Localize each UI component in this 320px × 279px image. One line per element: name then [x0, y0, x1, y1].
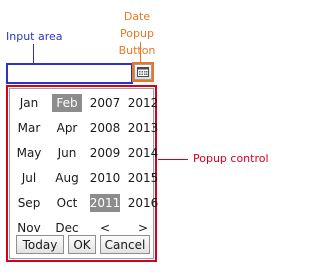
date-input[interactable]: [6, 63, 133, 84]
popup-control: Jan Feb 2007 2012 Mar Apr 2008 2013 May Jun 2009 20…: [6, 85, 158, 262]
year-cell-2009[interactable]: 2009: [90, 144, 121, 162]
date-popup-annotation-line1: Date Popup: [120, 10, 154, 40]
year-cell-2014[interactable]: 2014: [128, 144, 159, 162]
month-cell-oct[interactable]: Oct: [52, 194, 82, 212]
popup-buttons: Today OK Cancel: [10, 235, 157, 257]
month-cell-feb[interactable]: Feb: [52, 94, 82, 112]
date-popup-button-annotation: Date Popup Button: [107, 8, 167, 59]
month-cell-jan[interactable]: Jan: [14, 94, 44, 112]
input-area-annotation: Input area: [6, 30, 63, 43]
month-cell-jun[interactable]: Jun: [52, 144, 82, 162]
month-cell-apr[interactable]: Apr: [52, 119, 82, 137]
year-cell-2016[interactable]: 2016: [128, 194, 159, 212]
year-cell-2008[interactable]: 2008: [90, 119, 121, 137]
calendar-icon: [137, 67, 149, 77]
cancel-button[interactable]: Cancel: [100, 235, 150, 254]
date-popup-annotation-line2: Button: [118, 44, 156, 57]
year-cell-2010[interactable]: 2010: [90, 169, 121, 187]
year-cell-2011[interactable]: 2011: [90, 194, 120, 212]
year-cell-2013[interactable]: 2013: [128, 119, 159, 137]
popup-control-annotation: Popup control: [193, 152, 269, 165]
year-cell-2015[interactable]: 2015: [128, 169, 159, 187]
month-cell-mar[interactable]: Mar: [14, 119, 44, 137]
month-cell-aug[interactable]: Aug: [52, 169, 82, 187]
year-cell-2007[interactable]: 2007: [90, 94, 121, 112]
date-popup-button[interactable]: [134, 64, 152, 80]
popup-control-callout-line: [158, 159, 188, 160]
month-cell-may[interactable]: May: [14, 144, 44, 162]
year-cell-2012[interactable]: 2012: [128, 94, 159, 112]
input-area-callout-line: [33, 44, 34, 63]
ok-button[interactable]: OK: [68, 235, 96, 254]
today-button[interactable]: Today: [16, 235, 64, 254]
month-cell-jul[interactable]: Jul: [14, 169, 44, 187]
date-button-callout-line: [140, 42, 141, 62]
popup-control-inner: Jan Feb 2007 2012 Mar Apr 2008 2013 May Jun 2009 20…: [9, 88, 158, 259]
month-cell-sep[interactable]: Sep: [14, 194, 44, 212]
